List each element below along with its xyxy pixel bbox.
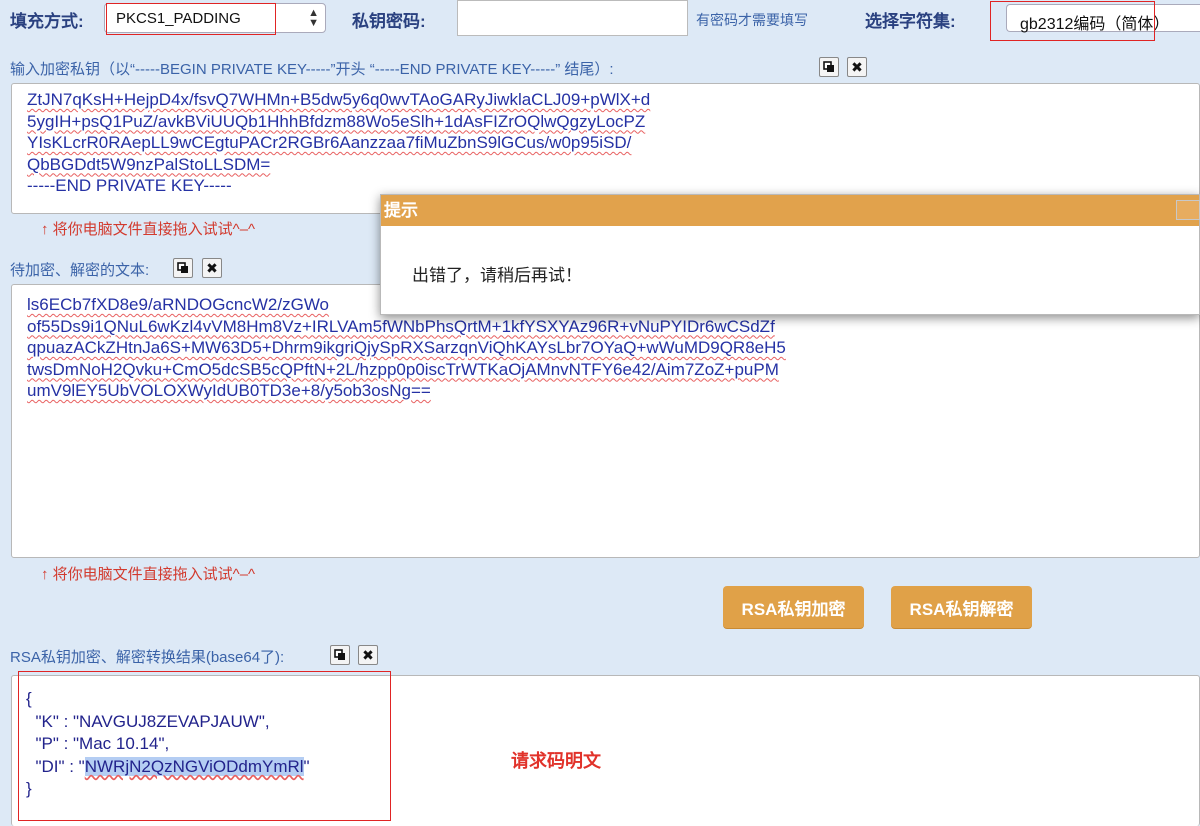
key-line: YIsKLcrR0RAepLL9wCEgtuPACr2RGBr6Aanzzaa7… — [27, 133, 632, 152]
plain-text-textarea[interactable]: ls6ECb7fXD8e9/aRNDOGcncW2/zGWo of55Ds9i1… — [11, 284, 1200, 558]
password-hint: 有密码才需要填写 — [696, 12, 808, 28]
text-input-label: 待加密、解密的文本: — [10, 262, 150, 279]
copy-key-button[interactable] — [819, 57, 839, 77]
select-arrows-icon: ▲ ▼ — [308, 7, 319, 29]
charset-highlight-frame — [990, 1, 1155, 41]
private-key-label: 输入加密私钥（以“-----BEGIN PRIVATE KEY-----”开头 … — [10, 61, 614, 78]
text-line: umV9lEY5UbVOLOXWyIdUB0TD3e+8/y5ob3osNg== — [27, 381, 431, 400]
dialog-message: 出错了，请稍后再试！ — [412, 266, 582, 285]
text-line: of55Ds9i1QNuL6wKzl4vVM8Hm8Vz+IRLVAm5fWNb… — [27, 316, 775, 336]
key-line: QbBGDdt5W9nzPalStoLLSDM= — [27, 154, 271, 174]
padding-label: 填充方式: — [10, 12, 84, 31]
text-drag-hint: ↑ 将你电脑文件直接拖入试试^–^ — [41, 566, 256, 583]
alert-dialog: 提示 出错了，请稍后再试！ — [380, 194, 1200, 315]
close-icon: ✖ — [362, 647, 374, 663]
copy-text-button[interactable] — [173, 258, 193, 278]
copy-icon — [177, 262, 188, 273]
copy-icon — [334, 649, 345, 660]
text-line: qpuazACkZHtnJa6S+MW63D5+Dhrm9ikgriQjySpR… — [27, 338, 786, 357]
dialog-close-button[interactable] — [1176, 200, 1200, 220]
key-line: 5ygIH+psQ1PuZ/avkBViUUQb1HhhBfdzm88Wo5eS… — [27, 111, 646, 131]
request-plaintext-annotation: 请求码明文 — [511, 751, 601, 771]
close-icon: ✖ — [206, 260, 218, 276]
clear-text-button[interactable]: ✖ — [202, 258, 222, 278]
charset-label: 选择字符集: — [865, 12, 956, 31]
padding-highlight-frame — [106, 3, 276, 35]
key-line: ZtJN7qKsH+HejpD4x/fsvQ7WHMn+B5dw5y6q0wvT… — [27, 90, 651, 109]
clear-key-button[interactable]: ✖ — [847, 57, 867, 77]
result-highlight-frame — [18, 671, 391, 821]
rsa-decrypt-button[interactable]: RSA私钥解密 — [891, 586, 1032, 628]
close-icon: ✖ — [851, 59, 863, 75]
clear-result-button[interactable]: ✖ — [358, 645, 378, 665]
copy-result-button[interactable] — [330, 645, 350, 665]
text-line: twsDmNoH2Qvku+CmO5dcSB5cQPftN+2L/hzpp0p0… — [27, 359, 779, 379]
dialog-title: 提示 — [384, 201, 418, 220]
copy-icon — [823, 61, 834, 72]
result-label: RSA私钥加密、解密转换结果(base64了): — [10, 649, 285, 666]
password-input[interactable] — [457, 0, 688, 36]
password-label: 私钥密码: — [352, 12, 426, 31]
key-drag-hint: ↑ 将你电脑文件直接拖入试试^–^ — [41, 221, 256, 238]
dialog-header: 提示 — [381, 195, 1200, 226]
rsa-encrypt-button[interactable]: RSA私钥加密 — [723, 586, 864, 628]
